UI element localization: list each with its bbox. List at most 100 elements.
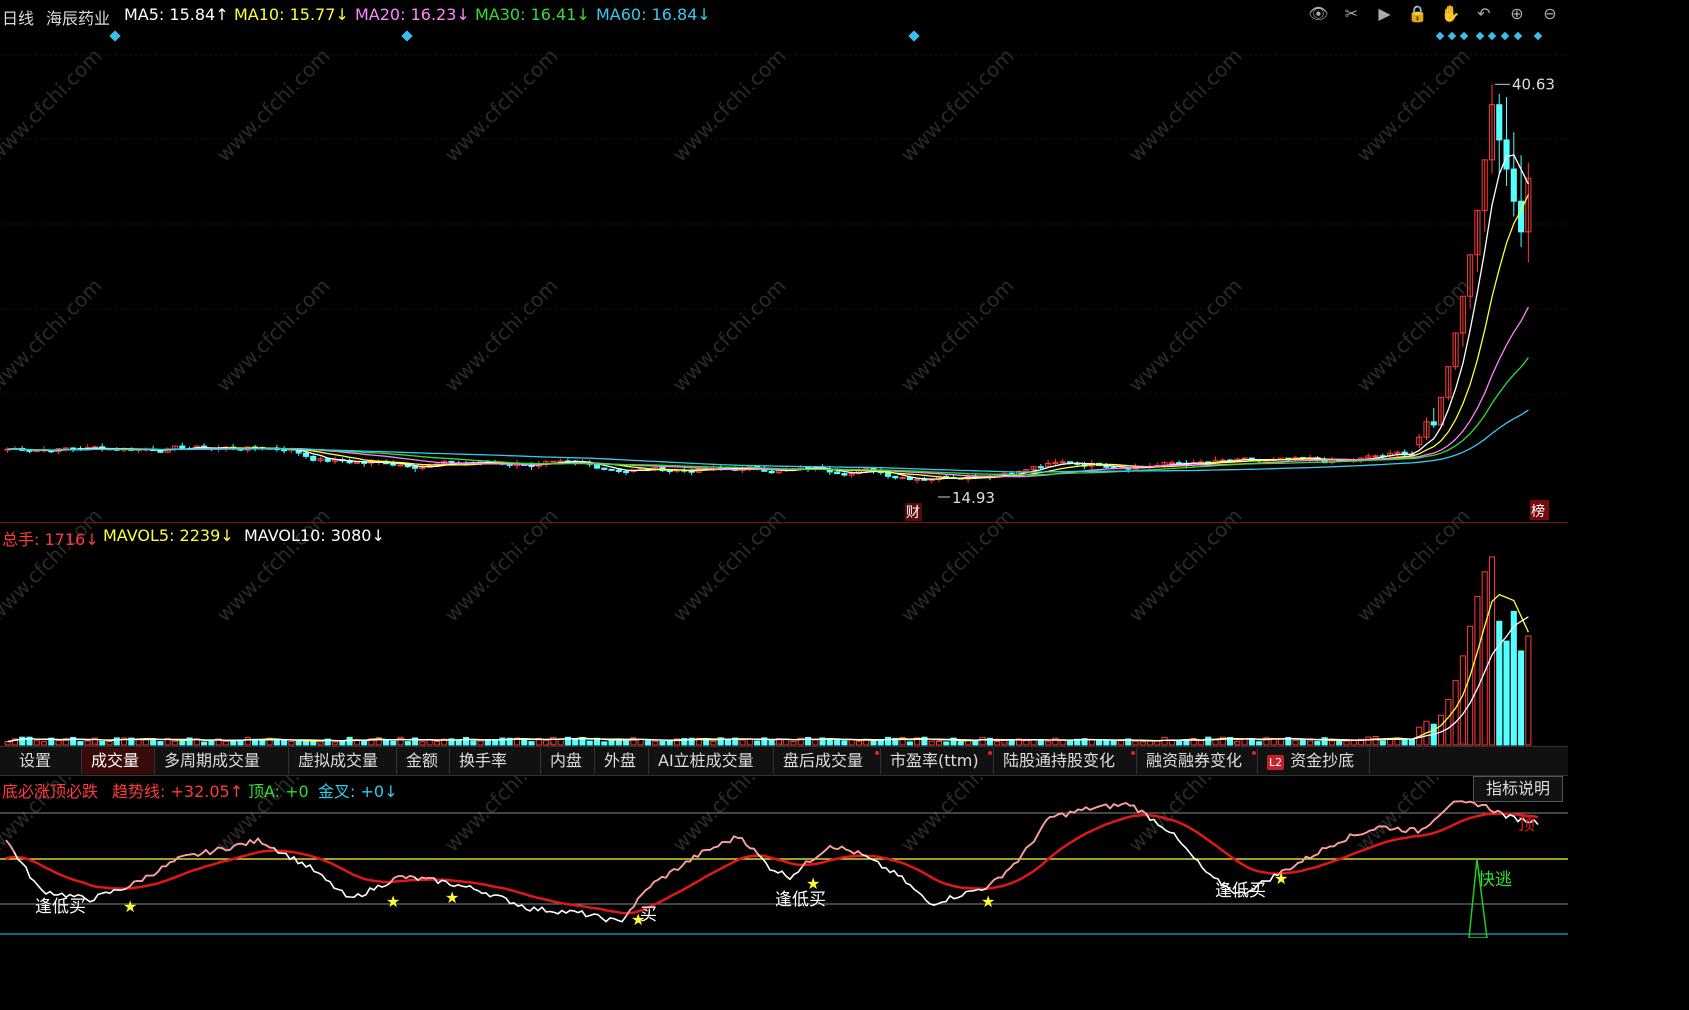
volume-bar	[1365, 736, 1372, 746]
tab-8[interactable]: AI立桩成交量	[649, 748, 774, 774]
golden-cross-value: 金叉: +0↓	[318, 782, 398, 801]
oscillator-up-segment	[1429, 819, 1435, 826]
oscillator-up-segment	[1485, 804, 1491, 811]
oscillator-up-segment	[169, 860, 175, 864]
candle-body	[768, 470, 775, 474]
trend-value: 趋势线: +32.05↑	[112, 782, 244, 801]
volume-bar	[826, 739, 833, 746]
volume-bar	[281, 740, 288, 746]
tab-4[interactable]: 金额	[397, 748, 450, 774]
tab-0[interactable]: 设置	[10, 748, 82, 774]
oscillator-up-segment	[753, 848, 759, 855]
candle-body	[906, 477, 913, 481]
volume-bar	[1438, 714, 1445, 746]
tab-6[interactable]: 内盘	[541, 748, 595, 774]
tab-dot	[1252, 751, 1256, 755]
watermark-text: www.cfchi.com	[0, 44, 107, 167]
volume-bar	[135, 739, 142, 746]
oscillator-up-segment	[1317, 847, 1323, 855]
tab-2[interactable]: 多周期成交量	[155, 748, 289, 774]
volume-bar	[470, 740, 477, 746]
volume-bar	[1343, 740, 1350, 746]
oscillator-up-segment	[1097, 804, 1103, 808]
pane-separator-1	[0, 522, 1568, 523]
tab-12[interactable]: 融资融券变化	[1137, 748, 1258, 774]
oscillator-up-segment	[697, 850, 703, 858]
volume-bar	[1176, 740, 1183, 746]
indicator-help-button[interactable]: 指标说明	[1473, 776, 1563, 802]
volume-bar	[783, 738, 790, 746]
event-diamond	[1435, 31, 1445, 41]
volume-bar	[885, 736, 892, 746]
oscillator-up-segment	[1425, 823, 1431, 829]
signal-label: 顶	[1518, 815, 1535, 835]
volume-bar	[302, 740, 310, 746]
buy-star: ★	[1274, 869, 1288, 888]
candle-body	[1059, 461, 1066, 464]
candle-body	[885, 472, 892, 477]
oscillator-up-segment	[393, 875, 399, 879]
oscillator-up-segment	[717, 841, 723, 848]
tab-10[interactable]: 市盈率(ttm)	[881, 748, 994, 774]
tab-9[interactable]: 盘后成交量	[774, 748, 881, 774]
tab-dot	[875, 751, 879, 755]
oscillator-up-segment	[405, 874, 411, 879]
volume-bar	[1146, 740, 1154, 746]
candle-body	[528, 464, 535, 467]
tab-5[interactable]: 换手率	[450, 748, 541, 774]
candle-body	[1510, 168, 1517, 202]
oscillator-up-segment	[681, 860, 687, 867]
event-diamond	[1533, 31, 1543, 41]
volume-bar	[244, 737, 251, 746]
oscillator-up-segment	[1013, 861, 1019, 865]
event-diamond	[109, 30, 121, 42]
volume-bar	[754, 740, 761, 746]
candle-body	[666, 470, 673, 473]
volume-bar	[790, 741, 797, 746]
volume-bar	[404, 741, 411, 746]
volume-bar	[586, 740, 593, 746]
watermark-text: www.cfchi.com	[668, 44, 791, 167]
volume-bar	[935, 740, 943, 746]
oscillator-up-segment	[1137, 809, 1143, 813]
buy-star: ★	[123, 897, 137, 916]
volume-bar	[40, 741, 48, 746]
tab-1[interactable]: 成交量	[82, 748, 155, 774]
volume-bar	[528, 741, 535, 746]
volume-bar	[419, 741, 426, 746]
tab-3[interactable]: 虚拟成交量	[289, 748, 397, 774]
volume-bar	[1197, 740, 1204, 746]
oscillator-up-segment	[1117, 803, 1123, 807]
oscillator-up-segment	[837, 845, 843, 850]
oscillator-up-segment	[649, 881, 655, 888]
candle-body	[1496, 104, 1503, 141]
candle-body	[892, 475, 899, 479]
oscillator-up-segment	[673, 868, 679, 871]
oscillator-up-segment	[401, 875, 407, 879]
tab-label: 换手率	[459, 751, 508, 770]
volume-bar	[1474, 596, 1481, 746]
watermark-text: www.cfchi.com	[1124, 44, 1247, 167]
oscillator-up-segment	[9, 844, 15, 853]
signal-label: 快逃	[1478, 870, 1512, 890]
oscillator-up-segment	[1325, 845, 1331, 850]
volume-bar	[113, 737, 120, 746]
volume-bar	[1212, 739, 1219, 746]
volume-bar	[1518, 650, 1525, 746]
oscillator-up-segment	[1293, 862, 1299, 868]
buy-star: ★	[631, 910, 645, 929]
volume-bar	[288, 740, 295, 746]
volume-bar	[659, 740, 666, 746]
buy-star: ★	[806, 874, 820, 893]
volume-bar	[572, 738, 579, 746]
volume-bar	[746, 738, 753, 746]
tab-13[interactable]: L2 资金抄底	[1258, 748, 1370, 774]
volume-bar	[1401, 738, 1408, 746]
volume-bar	[397, 736, 404, 746]
tab-11[interactable]: 陆股通持股变化	[994, 748, 1137, 774]
tab-7[interactable]: 外盘	[595, 748, 649, 774]
oscillator-up-segment	[141, 875, 147, 882]
candle-body	[390, 463, 397, 466]
oscillator-up-segment	[669, 868, 675, 873]
tab-label: 外盘	[604, 751, 637, 770]
